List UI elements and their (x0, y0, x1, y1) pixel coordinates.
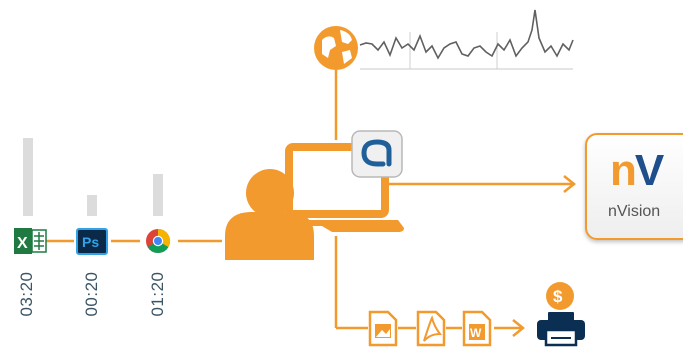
monitoring-diagram: X Ps W $ (14, 9, 585, 347)
network-graph (359, 9, 574, 70)
nvision-mark-n: n (610, 146, 637, 195)
svg-text:W: W (470, 326, 482, 340)
word-file-icon: W (462, 310, 492, 347)
pdf-file-icon (416, 310, 446, 347)
usage-bar-photoshop (87, 195, 97, 216)
globe-icon (314, 26, 358, 70)
svg-text:Ps: Ps (82, 234, 99, 250)
image-file-icon (368, 310, 398, 347)
excel-icon: X (14, 228, 47, 254)
arrow-to-nvision (385, 175, 577, 193)
chrome-icon (146, 228, 171, 254)
nvision-mark: nV (610, 146, 664, 196)
dollar-icon: $ (546, 282, 574, 310)
usage-bar-excel (23, 138, 33, 216)
svg-text:$: $ (553, 287, 563, 306)
time-label-excel: 03:20 (17, 271, 36, 317)
usage-bar-chrome (153, 174, 163, 216)
printer-icon (537, 312, 585, 347)
time-label-chrome: 01:20 (148, 271, 167, 317)
nvision-mark-v: V (634, 146, 664, 195)
time-label-photoshop: 00:20 (82, 271, 101, 317)
agent-badge-icon (351, 130, 403, 178)
svg-text:X: X (17, 235, 28, 252)
photoshop-icon: Ps (76, 228, 108, 255)
nvision-name: nVision (608, 203, 661, 220)
